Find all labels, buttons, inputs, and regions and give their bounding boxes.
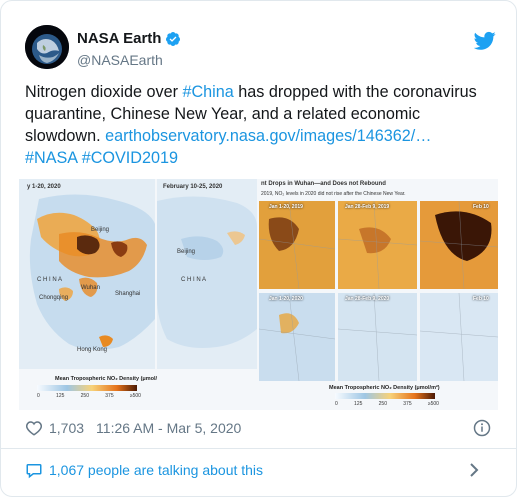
earth-observatory-link[interactable]: earthobservatory.nasa.gov/images/146362/…	[105, 127, 431, 145]
cell-label: Feb 10	[473, 296, 489, 302]
cell-label: Jan 28-Feb 9, 2020	[345, 296, 390, 302]
tweet-card: NASA Earth @NASAEarth Nitrogen dioxide o…	[0, 0, 517, 497]
map1-legend-ticks: 0 125 250 375 ≥500	[37, 393, 141, 399]
conversation-count-text[interactable]: 1,067 people are talking about this	[49, 462, 263, 478]
city-label: Shanghai	[115, 291, 141, 297]
hashtag-china-link[interactable]: #China	[182, 83, 233, 101]
map3-subtitle: 2019, NO₂ levels in 2020 did not rise af…	[261, 191, 406, 197]
legend-tick: 250	[80, 393, 89, 399]
speech-bubble-icon	[26, 464, 42, 479]
author-display-name[interactable]: NASA Earth	[77, 30, 181, 47]
tweet-line-2: quarantine, Chinese New Year, and a rela…	[25, 105, 421, 123]
legend-tick: ≥500	[129, 393, 141, 399]
map2-country-label: C H I N A	[181, 277, 207, 283]
cell-label: Jan 1-20, 2019	[269, 204, 303, 210]
map-january-2020[interactable]: y 1-20, 2020 C H I N A Beijing Wuhan Cho…	[19, 179, 166, 410]
map-wuhan-comparison[interactable]: nt Drops in Wuhan—and Does not Rebound 2…	[259, 179, 498, 410]
map3-legend-ticks: 0 125 250 375 ≥500	[335, 401, 439, 407]
author-handle[interactable]: @NASAEarth	[77, 52, 181, 68]
display-name-text[interactable]: NASA Earth	[77, 30, 161, 47]
avatar[interactable]	[25, 25, 69, 69]
legend-tick: 0	[335, 401, 338, 407]
cell-label: Jan 1-20, 2020	[269, 296, 303, 302]
map-wuhan-image	[259, 179, 498, 410]
map3-legend-title: Mean Tropospheric NO₂ Density (μmol/m²)	[329, 385, 440, 391]
conversation-link[interactable]: 1,067 people are talking about this	[25, 461, 263, 479]
hashtag-nasa-link[interactable]: #NASA	[25, 149, 77, 167]
legend-tick: 125	[354, 401, 363, 407]
tweet-line-1: Nitrogen dioxide over #China has dropped…	[25, 81, 495, 103]
legend-gradient-1	[37, 385, 137, 391]
city-label: Chongqing	[39, 295, 69, 301]
city-label: Wuhan	[81, 285, 100, 291]
legend-tick: 0	[37, 393, 40, 399]
chevron-right-icon[interactable]	[468, 462, 480, 478]
like-count[interactable]: 1,703	[49, 420, 84, 436]
city-label: Hong Kong	[77, 347, 108, 353]
map-february-2020[interactable]: February 10-25, 2020 C H I N A Beijing	[157, 179, 257, 410]
hashtag-covid2019-link[interactable]: #COVID2019	[82, 149, 178, 167]
author-names: NASA Earth @NASAEarth	[77, 30, 181, 68]
footer-divider	[1, 448, 516, 449]
tweet-header: NASA Earth @NASAEarth	[25, 23, 496, 71]
map3-title: nt Drops in Wuhan—and Does not Rebound	[261, 181, 386, 187]
twitter-bird-icon[interactable]	[474, 31, 496, 51]
map1-legend-title: Mean Tropospheric NO₂ Density (μmol/m²)	[55, 376, 166, 382]
city-label: Beijing	[91, 227, 110, 233]
tweet-timestamp[interactable]: 11:26 AM - Mar 5, 2020	[96, 420, 241, 436]
heart-icon[interactable]	[25, 419, 43, 437]
legend-tick: 375	[403, 401, 412, 407]
nasa-earth-avatar-image	[25, 25, 69, 69]
legend-tick: 375	[105, 393, 114, 399]
tweet-text-segment: has dropped with the coronavirus	[233, 83, 477, 101]
map2-date-label: February 10-25, 2020	[163, 184, 223, 190]
map1-country-label: C H I N A	[37, 277, 63, 283]
tweet-media[interactable]: y 1-20, 2020 C H I N A Beijing Wuhan Cho…	[19, 179, 498, 410]
map1-date-label: y 1-20, 2020	[27, 184, 61, 190]
cell-label: Feb 10	[473, 204, 489, 210]
legend-tick: 125	[56, 393, 65, 399]
tweet-text-segment: Nitrogen dioxide over	[25, 83, 183, 101]
tweet-text: Nitrogen dioxide over #China has dropped…	[25, 81, 495, 169]
city-label: Beijing	[177, 249, 196, 255]
tweet-text-segment: slowdown.	[25, 127, 106, 145]
tweet-footer: 1,703 11:26 AM - Mar 5, 2020	[25, 419, 241, 437]
tweet-line-3: slowdown. earthobservatory.nasa.gov/imag…	[25, 125, 495, 147]
legend-tick: 250	[378, 401, 387, 407]
tweet-line-4: #NASA #COVID2019	[25, 147, 495, 169]
info-icon[interactable]	[473, 419, 491, 437]
verified-badge-icon	[166, 31, 181, 46]
map-february-image	[157, 179, 257, 410]
legend-tick: ≥500	[427, 401, 439, 407]
cell-label: Jan 28-Feb 9, 2019	[345, 204, 390, 210]
